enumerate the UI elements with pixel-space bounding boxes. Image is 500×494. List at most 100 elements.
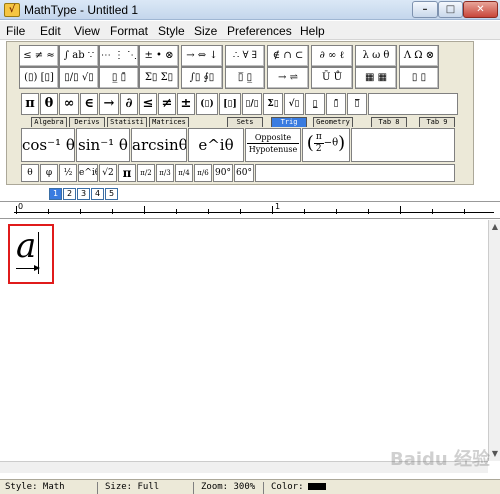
pi-over-6-template[interactable]: π/6 [194, 164, 212, 182]
exp-itheta-template[interactable]: e^iθ [78, 164, 98, 182]
parens-template[interactable]: (▯) [196, 93, 218, 115]
overbar-template[interactable]: ▯̅ [347, 93, 367, 115]
vertical-scrollbar[interactable]: ▲ ▼ [488, 220, 500, 461]
greek-lower-palette[interactable]: λ ω θ [355, 45, 397, 67]
logic-palette[interactable]: ∴ ∀ ∃ [225, 45, 265, 67]
subscripts-palette[interactable]: ▯̲ ▯̄ [99, 67, 139, 89]
menu-file[interactable]: File [6, 24, 25, 38]
subscript-template[interactable]: ▯̲ [305, 93, 325, 115]
scroll-down-icon[interactable]: ▼ [490, 449, 500, 459]
phi-template[interactable]: φ [40, 164, 58, 182]
pi-template[interactable]: π [118, 164, 136, 182]
complement-angle-template[interactable]: ( π 2 −θ) [302, 128, 350, 162]
tab-algebra[interactable]: Algebra [31, 117, 67, 127]
size-button-3[interactable]: 3 [77, 188, 90, 200]
ruler-tick [176, 209, 177, 214]
euler-template[interactable]: e^iθ [188, 128, 244, 162]
boxes-palette[interactable]: ▯ ▯ [399, 67, 439, 89]
theta-template[interactable]: θ [21, 164, 39, 182]
scroll-up-icon[interactable]: ▲ [490, 222, 500, 232]
infinity-symbol[interactable]: ∞ [59, 93, 79, 115]
size-button-2[interactable]: 2 [63, 188, 76, 200]
fraction-template[interactable]: ▯/▯ [242, 93, 262, 115]
pi-symbol[interactable]: π [21, 93, 39, 115]
menu-preferences[interactable]: Preferences [227, 24, 292, 38]
labeled-arrows-palette[interactable]: → ⇌ [267, 67, 309, 89]
products-palette[interactable]: Ū Ů [311, 67, 353, 89]
fences-palette[interactable]: (▯) [▯] [19, 67, 59, 89]
ruler-tick [80, 209, 81, 214]
tab-derivs[interactable]: Derivs [69, 117, 105, 127]
operators-palette[interactable]: ± • ⊗ [139, 45, 179, 67]
spaces-palette[interactable]: ∫ ab ∵ [59, 45, 99, 67]
brackets-template[interactable]: [▯] [219, 93, 241, 115]
arcsin-template[interactable]: arcsinθ [131, 128, 187, 162]
ruler[interactable]: 0 1 [0, 201, 500, 219]
minimize-button[interactable]: – [412, 1, 438, 18]
sqrt-template[interactable]: √▯ [284, 93, 304, 115]
size-button-4[interactable]: 4 [91, 188, 104, 200]
matrices-palette[interactable]: ▦ ▦ [355, 67, 397, 89]
tab-8[interactable]: Tab 8 [371, 117, 407, 127]
maximize-button[interactable]: □ [438, 1, 463, 18]
empty-small-slot[interactable] [255, 164, 455, 182]
ruler-tick [304, 209, 305, 214]
sixty-degree-template[interactable]: 60° [234, 164, 254, 182]
plusminus-symbol[interactable]: ± [177, 93, 195, 115]
sets-palette[interactable]: ∉ ∩ ⊂ [267, 45, 309, 67]
element-of-symbol[interactable]: ∈ [80, 93, 98, 115]
partial-symbol[interactable]: ∂ [120, 93, 138, 115]
arccos-template[interactable]: cos⁻¹ θ [21, 128, 75, 162]
arcsin-inverse-template[interactable]: sin⁻¹ θ [76, 128, 130, 162]
status-size: Size: Full [102, 482, 194, 494]
pi-over-4-template[interactable]: π/4 [175, 164, 193, 182]
menu-help[interactable]: Help [300, 24, 325, 38]
tab-statistics[interactable]: Statisti [107, 117, 147, 127]
menu-format[interactable]: Format [110, 24, 148, 38]
ruler-baseline [14, 212, 494, 213]
integrals-palette[interactable]: ∫▯ ∮▯ [181, 67, 223, 89]
bars-palette[interactable]: ▯̅ ▯̲ [225, 67, 265, 89]
highlight-box [8, 224, 54, 284]
theta-symbol[interactable]: θ [40, 93, 58, 115]
tab-trig[interactable]: Trig [271, 117, 307, 127]
half-template[interactable]: ½ [59, 164, 77, 182]
title-bar: √ MathType - Untitled 1 – □ ✕ [0, 0, 500, 20]
leq-symbol[interactable]: ≤ [139, 93, 157, 115]
superscript-template[interactable]: ▯̄ [326, 93, 346, 115]
tab-matrices[interactable]: Matrices [149, 117, 189, 127]
pi-over-3-template[interactable]: π/3 [156, 164, 174, 182]
menu-view[interactable]: View [74, 24, 100, 38]
empty-template-slot[interactable] [351, 128, 455, 162]
size-button-5[interactable]: 5 [105, 188, 118, 200]
menu-edit[interactable]: Edit [40, 24, 61, 38]
summations-palette[interactable]: Σ▯ Σ▯ [139, 67, 179, 89]
equation-editor[interactable] [0, 220, 488, 461]
ruler-tick [240, 209, 241, 214]
empty-slot[interactable] [368, 93, 458, 115]
neq-symbol[interactable]: ≠ [158, 93, 176, 115]
ninety-degree-template[interactable]: 90° [213, 164, 233, 182]
size-button-1[interactable]: 1 [49, 188, 62, 200]
pi-over-2-template[interactable]: π/2 [137, 164, 155, 182]
status-bar: Style: Math Size: Full Zoom: 300% Color: [0, 479, 500, 494]
status-color-label: Color: [271, 482, 304, 492]
menu-style[interactable]: Style [158, 24, 185, 38]
greek-upper-palette[interactable]: Λ Ω ⊗ [399, 45, 439, 67]
close-button[interactable]: ✕ [463, 1, 498, 18]
embellishments-palette[interactable]: ⋯ ⋮ ⋱ [99, 45, 139, 67]
menu-size[interactable]: Size [194, 24, 217, 38]
arrows-palette[interactable]: → ⇔ ↓ [181, 45, 223, 67]
opposite-hypotenuse-template[interactable]: Opposite Hypotenuse [245, 128, 301, 162]
sqrt2-template[interactable]: √2 [99, 164, 117, 182]
relations-palette[interactable]: ≤ ≠ ≈ [19, 45, 59, 67]
misc-palette[interactable]: ∂ ∞ ℓ [311, 45, 353, 67]
ruler-label-1: 1 [275, 202, 281, 211]
tab-geometry[interactable]: Geometry [313, 117, 353, 127]
fractions-palette[interactable]: ▯/▯ √▯ [59, 67, 99, 89]
tab-9[interactable]: Tab 9 [419, 117, 455, 127]
arrow-symbol[interactable]: → [99, 93, 119, 115]
hypotenuse-label: Hypotenuse [248, 145, 298, 154]
tab-sets[interactable]: Sets [227, 117, 263, 127]
sum-template[interactable]: Σ▯ [263, 93, 283, 115]
